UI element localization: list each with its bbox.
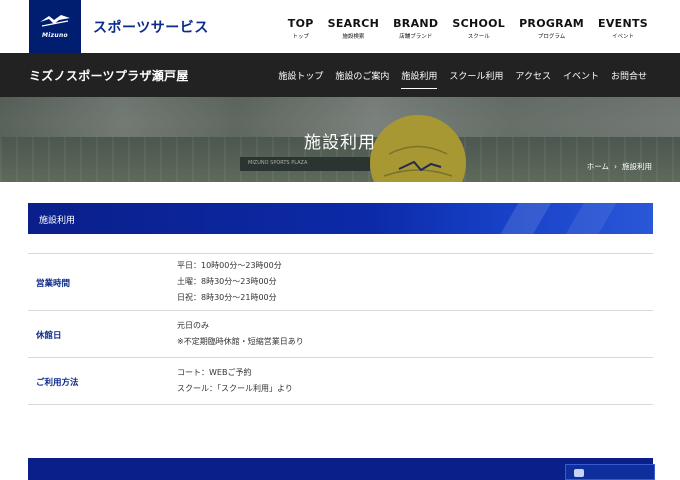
facility-name[interactable]: ミズノスポーツプラザ瀬戸屋	[29, 67, 189, 84]
row-value-closed: 元日のみ ※不定期臨時休館・短縮営業日あり	[177, 318, 304, 350]
gnav-sublabel: 施設検索	[342, 34, 365, 40]
table-row: 営業時間 平日：10時00分〜23時00分 土曜：8時30分〜23時00分 日祝…	[28, 253, 653, 311]
gnav-label: EVENTS	[598, 17, 648, 30]
gnav-school[interactable]: SCHOOL スクール	[452, 17, 505, 40]
subnav-facility-guide[interactable]: 施設のご案内	[335, 69, 389, 82]
row-label-hours: 営業時間	[36, 279, 71, 289]
breadcrumb-current: 施設利用	[622, 162, 652, 171]
facility-info-table: 営業時間 平日：10時00分〜23時00分 土曜：8時30分〜23時00分 日祝…	[28, 253, 653, 405]
gnav-events[interactable]: EVENTS イベント	[598, 17, 648, 40]
row-label-usage: ご利用方法	[36, 378, 79, 388]
breadcrumb-home[interactable]: ホーム	[587, 162, 609, 171]
table-row: ご利用方法 コート：WEBご予約 スクール：「スクール利用」より	[28, 358, 653, 405]
section-title: 施設利用	[39, 216, 76, 226]
subnav-contact[interactable]: お問合せ	[611, 69, 647, 82]
row-value-hours: 平日：10時00分〜23時00分 土曜：8時30分〜23時00分 日祝：8時30…	[177, 258, 282, 306]
subnav-school-use[interactable]: スクール利用	[449, 69, 503, 82]
site-header: Mizuno スポーツサービス TOP トップ SEARCH 施設検索 BRAN…	[0, 0, 680, 53]
facility-nav: 施設トップ 施設のご案内 施設利用 スクール利用 アクセス イベント お問合せ	[278, 69, 647, 89]
gnav-search[interactable]: SEARCH 施設検索	[328, 17, 380, 40]
gnav-program[interactable]: PROGRAM プログラム	[519, 17, 584, 40]
next-section-bar	[28, 458, 653, 480]
facility-header: ミズノスポーツプラザ瀬戸屋 施設トップ 施設のご案内 施設利用 スクール利用 ア…	[0, 53, 680, 97]
runbird-logo-icon	[40, 15, 70, 27]
mizuno-logo[interactable]: Mizuno	[29, 0, 81, 53]
value-line: コート：WEBご予約	[177, 368, 252, 377]
subnav-facility-use[interactable]: 施設利用	[401, 69, 438, 89]
value-line: 土曜：8時30分〜23時00分	[177, 277, 277, 286]
gnav-top[interactable]: TOP トップ	[288, 17, 314, 40]
chat-widget[interactable]	[565, 464, 655, 480]
gnav-sublabel: スクール	[467, 34, 490, 40]
logo-wordmark: Mizuno	[42, 32, 68, 39]
service-title[interactable]: スポーツサービス	[93, 17, 209, 37]
row-label-closed: 休館日	[36, 331, 62, 341]
subnav-facility-top[interactable]: 施設トップ	[278, 69, 323, 82]
value-line: ※不定期臨時休館・短縮営業日あり	[177, 337, 304, 346]
gnav-sublabel: トップ	[292, 34, 309, 40]
gnav-label: BRAND	[393, 17, 439, 30]
section-heading: 施設利用	[28, 203, 653, 234]
value-line: 日祝：8時30分〜21時00分	[177, 293, 277, 302]
gnav-brand[interactable]: BRAND 店舗ブランド	[393, 17, 438, 40]
gnav-sublabel: プログラム	[537, 34, 566, 40]
gnav-sublabel: 店舗ブランド	[399, 34, 433, 40]
chat-icon	[574, 469, 584, 477]
gnav-label: PROGRAM	[519, 17, 585, 30]
row-value-usage: コート：WEBご予約 スクール：「スクール利用」より	[177, 365, 293, 397]
value-line: 元日のみ	[177, 321, 209, 330]
subnav-events[interactable]: イベント	[563, 69, 599, 82]
gnav-label: SCHOOL	[452, 17, 506, 30]
gnav-label: SEARCH	[327, 17, 380, 30]
page-title: 施設利用	[304, 133, 376, 153]
section-heading-decoration	[453, 203, 653, 234]
value-line: 平日：10時00分〜23時00分	[177, 261, 282, 270]
subnav-access[interactable]: アクセス	[515, 69, 551, 82]
value-line: スクール：「スクール利用」より	[177, 384, 293, 393]
breadcrumb-separator: ›	[614, 162, 617, 171]
hero-banner: MIZUNO SPORTS PLAZA 施設利用 ホーム › 施設利用	[0, 97, 680, 182]
gnav-sublabel: イベント	[612, 34, 635, 40]
breadcrumb: ホーム › 施設利用	[587, 161, 652, 172]
gnav-label: TOP	[287, 17, 314, 30]
global-nav: TOP トップ SEARCH 施設検索 BRAND 店舗ブランド SCHOOL …	[288, 17, 648, 40]
table-row: 休館日 元日のみ ※不定期臨時休館・短縮営業日あり	[28, 311, 653, 358]
